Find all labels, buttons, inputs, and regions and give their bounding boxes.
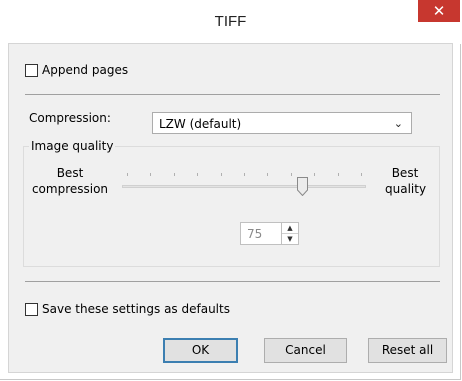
slider-tick: [244, 173, 245, 176]
best-quality-label-line2: quality: [385, 182, 427, 196]
best-compression-label-line2: compression: [31, 182, 109, 196]
slider-tick: [197, 173, 198, 176]
compression-selected-value: LZW (default): [159, 117, 242, 131]
quality-slider[interactable]: [122, 168, 366, 198]
divider-top: [25, 94, 440, 95]
best-compression-label-line1: Best: [56, 166, 84, 180]
close-icon: ✕: [432, 2, 446, 20]
save-defaults-checkbox[interactable]: [25, 303, 38, 316]
compression-label: Compression:: [29, 111, 111, 125]
close-button[interactable]: ✕: [418, 0, 460, 22]
quality-value[interactable]: 75: [247, 227, 262, 241]
slider-tick: [174, 173, 175, 176]
quality-spinbox[interactable]: 75 ▲ ▼: [240, 222, 299, 245]
slider-tick: [267, 173, 268, 176]
slider-tick: [291, 173, 292, 176]
reset-all-button[interactable]: Reset all: [368, 338, 447, 363]
best-quality-label-line1: Best: [391, 166, 419, 180]
slider-track: [122, 185, 366, 188]
tiff-dialog: TIFF ✕ Append pages Compression: LZW (de…: [0, 0, 461, 380]
title-bar[interactable]: TIFF ✕: [0, 0, 461, 44]
cancel-button[interactable]: Cancel: [264, 338, 347, 363]
save-defaults-label[interactable]: Save these settings as defaults: [42, 302, 230, 316]
slider-tick: [150, 173, 151, 176]
ok-button[interactable]: OK: [163, 338, 238, 363]
slider-tick: [361, 173, 362, 176]
append-pages-label[interactable]: Append pages: [42, 63, 128, 77]
slider-tick: [338, 173, 339, 176]
image-quality-group: [23, 146, 440, 267]
slider-tick: [314, 173, 315, 176]
slider-tick: [127, 173, 128, 176]
chevron-down-icon: ⌄: [393, 117, 403, 130]
arrow-down-icon[interactable]: ▼: [282, 234, 298, 245]
dialog-body: Append pages Compression: LZW (default) …: [8, 43, 453, 373]
slider-thumb[interactable]: [297, 177, 308, 196]
append-pages-checkbox[interactable]: [25, 64, 38, 77]
dialog-title: TIFF: [214, 13, 247, 30]
divider-bottom: [25, 281, 440, 282]
image-quality-group-title: Image quality: [29, 139, 116, 153]
compression-select[interactable]: LZW (default) ⌄: [152, 112, 412, 134]
spin-buttons: ▲ ▼: [281, 223, 298, 244]
arrow-up-icon[interactable]: ▲: [282, 223, 298, 234]
slider-tick: [221, 173, 222, 176]
